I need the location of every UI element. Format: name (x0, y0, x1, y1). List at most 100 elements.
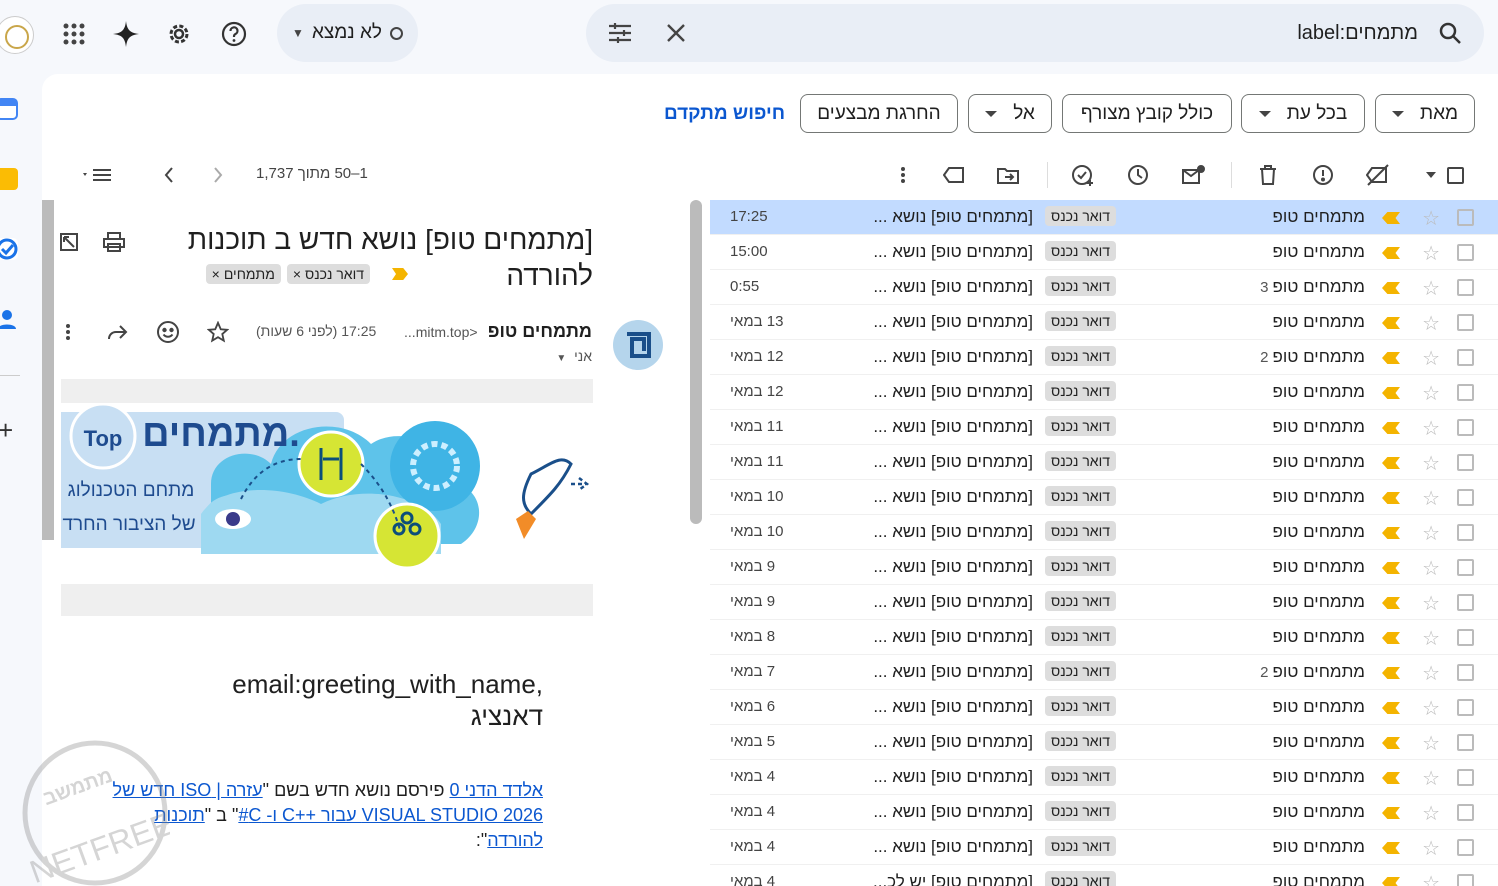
row-checkbox[interactable] (1457, 839, 1474, 856)
row-label-chip[interactable]: דואר נכנס (1045, 731, 1116, 751)
row-label-chip[interactable]: דואר נכנס (1045, 311, 1116, 331)
email-row[interactable]: ☆ מתמחים טופ דואר נכנס [מתמחים טופ] נושא ..… (710, 480, 1498, 515)
important-marker-icon[interactable] (1382, 597, 1400, 609)
help-icon[interactable] (214, 14, 254, 54)
sparkle-icon[interactable] (106, 14, 146, 54)
row-label-chip[interactable]: דואר נכנס (1045, 871, 1116, 886)
row-label-chip[interactable]: דואר נכנס (1045, 451, 1116, 471)
user-link[interactable]: אלדד הדני 0 (449, 780, 543, 800)
row-checkbox[interactable] (1457, 279, 1474, 296)
row-label-chip[interactable]: דואר נכנס (1045, 241, 1116, 261)
filter-exclude-promotions[interactable]: החרגת מבצעים (800, 94, 958, 133)
email-row[interactable]: ☆ מתמחים טופ דואר נכנס [מתמחים טופ] נושא ..… (710, 550, 1498, 585)
keep-icon[interactable] (0, 168, 18, 190)
row-checkbox[interactable] (1457, 734, 1474, 751)
important-marker-icon[interactable] (1382, 632, 1400, 644)
star-icon[interactable]: ☆ (1422, 416, 1440, 441)
next-page-icon[interactable] (203, 160, 233, 190)
star-icon[interactable]: ☆ (1422, 521, 1440, 546)
search-options-icon[interactable] (600, 13, 640, 53)
remove-label-icon[interactable]: × (293, 266, 301, 282)
email-row[interactable]: ☆ מתמחים טופ2 דואר נכנס [מתמחים טופ] נושא .… (710, 655, 1498, 690)
row-label-chip[interactable]: דואר נכנס (1045, 661, 1116, 681)
star-icon[interactable]: ☆ (1422, 241, 1440, 266)
row-checkbox[interactable] (1457, 559, 1474, 576)
email-row[interactable]: ☆ מתמחים טופ דואר נכנס [מתמחים טופ] נושא ..… (710, 830, 1498, 865)
email-row[interactable]: ☆ מתמחים טופ דואר נכנס [מתמחים טופ] נושא ..… (710, 725, 1498, 760)
star-icon[interactable]: ☆ (1422, 206, 1440, 231)
row-checkbox[interactable] (1457, 524, 1474, 541)
star-icon[interactable]: ☆ (1422, 661, 1440, 686)
important-marker-icon[interactable] (1382, 492, 1400, 504)
important-marker-icon[interactable] (1382, 457, 1400, 469)
filter-from[interactable]: מאת (1375, 94, 1475, 133)
important-marker-icon[interactable] (1382, 212, 1400, 224)
select-all-checkbox[interactable] (1440, 160, 1470, 190)
email-row[interactable]: ☆ מתמחים טופ דואר נכנס [מתמחים טופ] יש לכ..… (710, 865, 1498, 886)
important-marker-icon[interactable] (1382, 737, 1400, 749)
email-row[interactable]: ☆ מתמחים טופ דואר נכנס [מתמחים טופ] נושא ..… (710, 585, 1498, 620)
display-density-icon[interactable] (82, 160, 112, 190)
important-marker-icon[interactable] (1382, 527, 1400, 539)
recipient-line[interactable]: אני ▼ (556, 348, 592, 364)
row-checkbox[interactable] (1457, 489, 1474, 506)
filter-any-time[interactable]: בכל עת (1241, 94, 1365, 133)
email-row[interactable]: ☆ מתמחים טופ דואר נכנס [מתמחים טופ] נושא ..… (710, 515, 1498, 550)
row-label-chip[interactable]: דואר נכנס (1045, 556, 1116, 576)
row-checkbox[interactable] (1457, 874, 1474, 886)
label-off-icon[interactable] (1363, 160, 1393, 190)
important-marker-icon[interactable] (1382, 562, 1400, 574)
star-icon[interactable]: ☆ (1422, 591, 1440, 616)
star-icon[interactable]: ☆ (1422, 871, 1440, 886)
important-marker-icon[interactable] (1382, 877, 1400, 886)
report-spam-icon[interactable] (1308, 160, 1338, 190)
row-label-chip[interactable]: דואר נכנס (1045, 766, 1116, 786)
settings-gear-icon[interactable] (159, 14, 199, 54)
filter-to[interactable]: אל (968, 94, 1052, 133)
email-row[interactable]: ☆ מתמחים טופ דואר נכנס [מתמחים טופ] נושא ..… (710, 235, 1498, 270)
search-query[interactable]: label:מתמחים (1297, 22, 1418, 45)
star-icon[interactable]: ☆ (1422, 836, 1440, 861)
add-to-tasks-icon[interactable] (1068, 160, 1098, 190)
email-row[interactable]: ☆ מתמחים טופ דואר נכנס [מתמחים טופ] נושא ..… (710, 375, 1498, 410)
row-label-chip[interactable]: דואר נכנס (1045, 416, 1116, 436)
row-label-chip[interactable]: דואר נכנס (1045, 801, 1116, 821)
star-icon[interactable]: ☆ (1422, 451, 1440, 476)
calendar-icon[interactable] (0, 98, 18, 120)
row-label-chip[interactable]: דואר נכנס (1045, 486, 1116, 506)
star-icon[interactable]: ☆ (1422, 626, 1440, 651)
important-marker-icon[interactable] (1382, 702, 1400, 714)
account-logo[interactable] (0, 16, 34, 54)
more-actions-icon[interactable] (48, 312, 88, 352)
important-marker-icon[interactable] (1382, 247, 1400, 259)
sender-name[interactable]: מתמחים טופ (488, 321, 592, 341)
row-checkbox[interactable] (1457, 629, 1474, 646)
important-marker-icon[interactable] (1382, 422, 1400, 434)
row-label-chip[interactable]: דואר נכנס (1045, 381, 1116, 401)
row-label-chip[interactable]: דואר נכנס (1045, 626, 1116, 646)
row-label-chip[interactable]: דואר נכנס (1045, 346, 1116, 366)
star-icon[interactable]: ☆ (1422, 801, 1440, 826)
row-checkbox[interactable] (1457, 804, 1474, 821)
email-row[interactable]: ☆ מתמחים טופ3 דואר נכנס [מתמחים טופ] נושא .… (710, 270, 1498, 305)
important-marker-icon[interactable] (1382, 352, 1400, 364)
row-checkbox[interactable] (1457, 419, 1474, 436)
row-label-chip[interactable]: דואר נכנס (1045, 276, 1116, 296)
star-icon[interactable]: ☆ (1422, 556, 1440, 581)
email-row[interactable]: ☆ מתמחים טופ דואר נכנס [מתמחים טופ] נושא ..… (710, 620, 1498, 655)
important-marker-icon[interactable] (1382, 667, 1400, 679)
row-checkbox[interactable] (1457, 664, 1474, 681)
delete-trash-icon[interactable] (1253, 160, 1283, 190)
label-chip-inbox[interactable]: דואר נכנס × (286, 264, 370, 284)
row-checkbox[interactable] (1457, 699, 1474, 716)
star-icon[interactable] (198, 312, 238, 352)
important-marker-icon[interactable] (1382, 807, 1400, 819)
row-checkbox[interactable] (1457, 209, 1474, 226)
tasks-icon[interactable] (0, 238, 18, 260)
email-row[interactable]: ☆ מתמחים טופ2 דואר נכנס [מתמחים טופ] נושא .… (710, 340, 1498, 375)
apps-grid-icon[interactable] (54, 14, 94, 54)
important-marker-icon[interactable] (1382, 842, 1400, 854)
search-bar[interactable]: label:מתמחים (586, 4, 1484, 62)
filter-has-attachment[interactable]: כולל קובץ מצורף (1062, 94, 1232, 133)
star-icon[interactable]: ☆ (1422, 766, 1440, 791)
